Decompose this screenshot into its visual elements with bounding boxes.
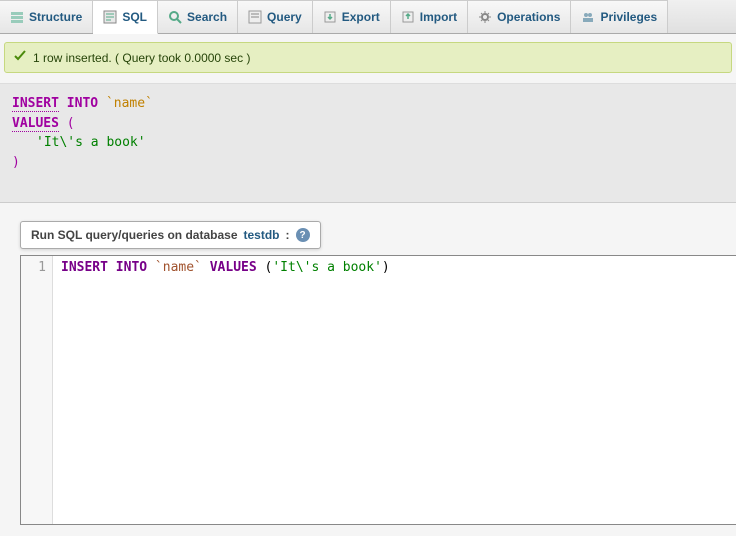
- line-number: 1: [21, 260, 46, 275]
- run-header-colon: :: [286, 228, 290, 242]
- top-tabs: Structure SQL Search Query Export Import…: [0, 0, 736, 34]
- tab-privileges[interactable]: Privileges: [571, 0, 668, 33]
- tab-label: Search: [187, 10, 227, 24]
- tab-label: Operations: [497, 10, 560, 24]
- operations-icon: [478, 10, 492, 24]
- sql-editor[interactable]: 1 INSERT INTO `name` VALUES ('It\'s a bo…: [20, 255, 736, 525]
- tab-search[interactable]: Search: [158, 0, 238, 33]
- run-header-prefix: Run SQL query/queries on database: [31, 228, 238, 242]
- run-sql-panel: Run SQL query/queries on database testdb…: [20, 221, 736, 255]
- tab-label: SQL: [122, 10, 147, 24]
- structure-icon: [10, 10, 24, 24]
- run-sql-header: Run SQL query/queries on database testdb…: [20, 221, 321, 249]
- tab-import[interactable]: Import: [391, 0, 468, 33]
- tab-label: Import: [420, 10, 457, 24]
- tab-export[interactable]: Export: [313, 0, 391, 33]
- export-icon: [323, 10, 337, 24]
- tab-label: Query: [267, 10, 302, 24]
- sql-keyword-into: INTO: [67, 96, 98, 111]
- tab-label: Export: [342, 10, 380, 24]
- editor-gutter: 1: [21, 256, 53, 524]
- editor-code-area[interactable]: INSERT INTO `name` VALUES ('It\'s a book…: [53, 256, 736, 524]
- tok-string: 'It\'s a book': [272, 260, 382, 275]
- tab-label: Privileges: [600, 10, 657, 24]
- tab-sql[interactable]: SQL: [93, 0, 158, 34]
- sql-close-paren: ): [12, 155, 20, 170]
- success-message: 1 row inserted. ( Query took 0.0000 sec …: [4, 42, 732, 73]
- tab-operations[interactable]: Operations: [468, 0, 571, 33]
- help-icon[interactable]: ?: [296, 228, 310, 242]
- sql-open-paren: (: [67, 116, 75, 131]
- privileges-icon: [581, 10, 595, 24]
- sql-table-name: `name`: [106, 96, 153, 111]
- executed-query-box: INSERT INTO `name` VALUES ( 'It\'s a boo…: [0, 83, 736, 203]
- search-icon: [168, 10, 182, 24]
- tab-query[interactable]: Query: [238, 0, 313, 33]
- success-check-icon: [13, 49, 27, 66]
- sql-string-value: 'It\'s a book': [36, 135, 146, 150]
- tab-structure[interactable]: Structure: [0, 0, 93, 33]
- tab-label: Structure: [29, 10, 82, 24]
- sql-keyword-values: VALUES: [12, 116, 59, 132]
- sql-icon: [103, 10, 117, 24]
- sql-keyword-insert: INSERT: [12, 96, 59, 112]
- success-text: 1 row inserted. ( Query took 0.0000 sec …: [33, 51, 250, 65]
- database-name: testdb: [244, 228, 280, 242]
- import-icon: [401, 10, 415, 24]
- tok-insert-into: INSERT INTO: [61, 260, 147, 275]
- tok-values: VALUES: [210, 260, 257, 275]
- query-icon: [248, 10, 262, 24]
- tok-table: `name`: [155, 260, 202, 275]
- tok-close: ): [382, 260, 390, 275]
